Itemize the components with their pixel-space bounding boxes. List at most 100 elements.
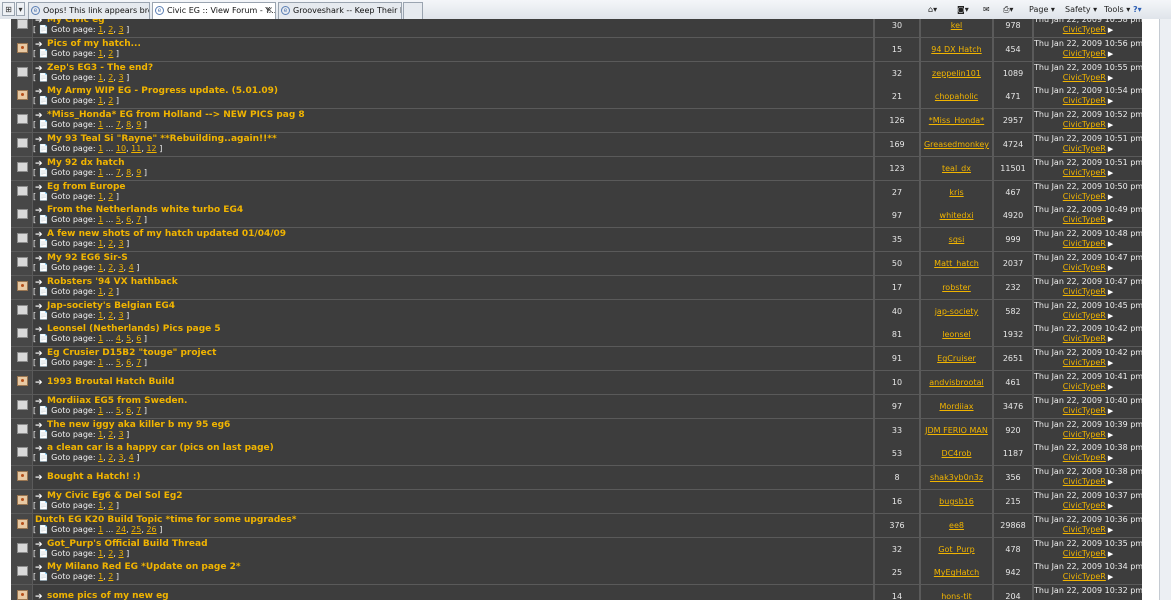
page-link[interactable]: 6 <box>126 406 131 415</box>
last-post-user-link[interactable]: CivicTypeR <box>1063 144 1106 153</box>
page-link[interactable]: 25 <box>131 525 141 534</box>
last-post-user-link[interactable]: CivicTypeR <box>1063 96 1106 105</box>
tab-grooveshark[interactable]: e Grooveshark -- Keep Their H... <box>278 2 402 19</box>
page-link[interactable]: 1 <box>98 334 103 343</box>
author-link[interactable]: *Miss_Honda* <box>929 116 984 125</box>
view-latest-post-icon[interactable]: ▶ <box>1108 526 1113 534</box>
page-link[interactable]: 2 <box>108 287 113 296</box>
author-link[interactable]: teal_dx <box>942 164 971 173</box>
page-link[interactable]: 2 <box>108 263 113 272</box>
view-latest-post-icon[interactable]: ▶ <box>1108 74 1113 82</box>
page-link[interactable]: 8 <box>126 120 131 129</box>
page-link[interactable]: 2 <box>108 453 113 462</box>
page-link[interactable]: 11 <box>131 144 141 153</box>
page-link[interactable]: 3 <box>118 549 123 558</box>
author-link[interactable]: Greasedmonkey <box>924 140 989 149</box>
view-latest-post-icon[interactable]: ▶ <box>1108 50 1113 58</box>
topic-title-link[interactable]: 1993 Broutal Hatch Build <box>47 377 174 388</box>
last-post-user-link[interactable]: CivicTypeR <box>1063 263 1106 272</box>
home-icon[interactable]: ⌂▾ <box>928 2 937 17</box>
last-post-user-link[interactable]: CivicTypeR <box>1063 430 1106 439</box>
author-link[interactable]: 94 DX Hatch <box>931 45 981 54</box>
page-menu[interactable]: Page ▾ <box>1029 2 1055 17</box>
tab-civic-eg[interactable]: e Civic EG :: View Forum - Y... ✕ <box>152 2 276 19</box>
last-post-user-link[interactable]: CivicTypeR <box>1063 215 1106 224</box>
author-link[interactable]: whitedxi <box>940 211 974 220</box>
view-latest-post-icon[interactable]: ▶ <box>1108 359 1113 367</box>
page-link[interactable]: 10 <box>116 144 126 153</box>
tab-oops[interactable]: e Oops! This link appears brok... <box>28 2 150 19</box>
page-link[interactable]: 1 <box>98 287 103 296</box>
page-link[interactable]: 1 <box>98 25 103 34</box>
page-link[interactable]: 1 <box>98 453 103 462</box>
author-link[interactable]: EgCruiser <box>937 354 976 363</box>
author-link[interactable]: robster <box>942 283 971 292</box>
page-link[interactable]: 2 <box>108 49 113 58</box>
page-link[interactable]: 2 <box>108 25 113 34</box>
last-post-user-link[interactable]: CivicTypeR <box>1063 120 1106 129</box>
author-link[interactable]: bugsb16 <box>939 497 974 506</box>
page-link[interactable]: 7 <box>116 120 121 129</box>
author-link[interactable]: leonsel <box>942 330 970 339</box>
view-latest-post-icon[interactable]: ▶ <box>1108 145 1113 153</box>
page-link[interactable]: 7 <box>136 215 141 224</box>
view-latest-post-icon[interactable]: ▶ <box>1108 550 1113 558</box>
page-link[interactable]: 3 <box>118 453 123 462</box>
view-latest-post-icon[interactable]: ▶ <box>1108 288 1113 296</box>
page-link[interactable]: 2 <box>108 73 113 82</box>
quick-tabs-button[interactable]: ⊞ <box>2 2 15 16</box>
author-link[interactable]: zeppelin101 <box>932 69 981 78</box>
page-link[interactable]: 26 <box>146 525 156 534</box>
page-link[interactable]: 5 <box>126 334 131 343</box>
view-latest-post-icon[interactable]: ▶ <box>1108 573 1113 581</box>
page-link[interactable]: 8 <box>126 168 131 177</box>
last-post-user-link[interactable]: CivicTypeR <box>1063 477 1106 486</box>
author-link[interactable]: sgsi <box>949 235 965 244</box>
help-icon[interactable]: ?▾ <box>1133 2 1142 17</box>
last-post-user-link[interactable]: CivicTypeR <box>1063 73 1106 82</box>
newest-post-arrow-icon[interactable]: ➔ <box>35 378 43 388</box>
view-latest-post-icon[interactable]: ▶ <box>1108 193 1113 201</box>
newest-post-arrow-icon[interactable]: ➔ <box>35 592 43 600</box>
view-latest-post-icon[interactable]: ▶ <box>1108 169 1113 177</box>
page-link[interactable]: 1 <box>98 406 103 415</box>
author-link[interactable]: jap-society <box>935 307 979 316</box>
vertical-scrollbar[interactable] <box>1159 19 1171 600</box>
newest-post-arrow-icon[interactable]: ➔ <box>35 473 43 483</box>
page-link[interactable]: 9 <box>136 120 141 129</box>
last-post-user-link[interactable]: CivicTypeR <box>1063 311 1106 320</box>
page-link[interactable]: 2 <box>108 96 113 105</box>
page-link[interactable]: 3 <box>118 430 123 439</box>
author-link[interactable]: kris <box>949 188 963 197</box>
last-post-user-link[interactable]: CivicTypeR <box>1063 25 1106 34</box>
view-latest-post-icon[interactable]: ▶ <box>1108 97 1113 105</box>
last-post-user-link[interactable]: CivicTypeR <box>1063 453 1106 462</box>
page-link[interactable]: 9 <box>136 168 141 177</box>
page-link[interactable]: 6 <box>126 358 131 367</box>
page-link[interactable]: 5 <box>116 406 121 415</box>
page-link[interactable]: 1 <box>98 168 103 177</box>
last-post-user-link[interactable]: CivicTypeR <box>1063 192 1106 201</box>
author-link[interactable]: Mordiiax <box>939 402 973 411</box>
author-link[interactable]: kel <box>951 21 963 30</box>
page-link[interactable]: 3 <box>118 73 123 82</box>
page-link[interactable]: 5 <box>116 358 121 367</box>
page-link[interactable]: 1 <box>98 549 103 558</box>
author-link[interactable]: chopaholic <box>935 92 978 101</box>
print-icon[interactable]: ⎙▾ <box>1003 2 1013 17</box>
page-link[interactable]: 1 <box>98 239 103 248</box>
tools-menu[interactable]: Tools ▾ <box>1104 2 1130 17</box>
last-post-user-link[interactable]: CivicTypeR <box>1063 49 1106 58</box>
view-latest-post-icon[interactable]: ▶ <box>1108 502 1113 510</box>
page-link[interactable]: 7 <box>136 358 141 367</box>
author-link[interactable]: andvisbrootal <box>929 378 983 387</box>
author-link[interactable]: DC4rob <box>942 449 972 458</box>
view-latest-post-icon[interactable]: ▶ <box>1108 121 1113 129</box>
page-link[interactable]: 2 <box>108 192 113 201</box>
last-post-user-link[interactable]: CivicTypeR <box>1063 525 1106 534</box>
page-link[interactable]: 2 <box>108 311 113 320</box>
page-link[interactable]: 1 <box>98 215 103 224</box>
last-post-user-link[interactable]: CivicTypeR <box>1063 334 1106 343</box>
close-tab-icon[interactable]: ✕ <box>265 3 273 19</box>
author-link[interactable]: Got_Purp <box>938 545 974 554</box>
